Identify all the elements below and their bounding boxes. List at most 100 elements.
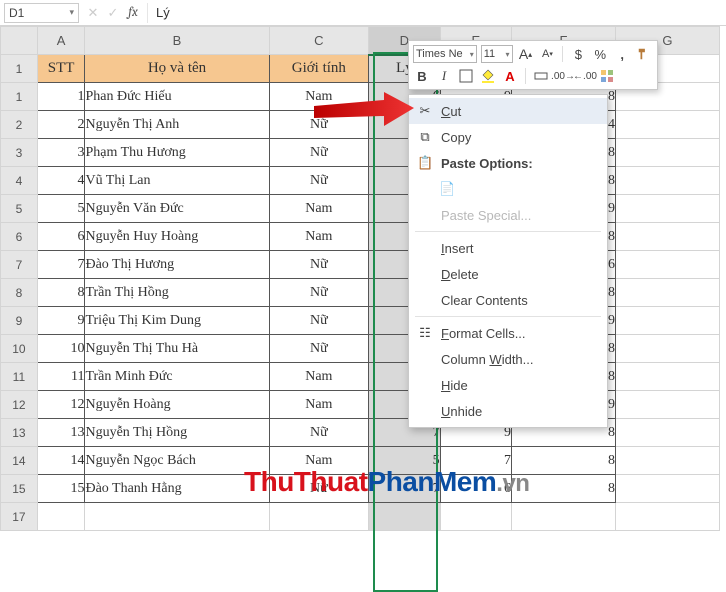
cell-C12[interactable]: Nam xyxy=(269,391,369,419)
cell-D14[interactable]: 5 xyxy=(369,447,440,475)
cell-G6[interactable] xyxy=(615,223,719,251)
cell-A2[interactable]: 2 xyxy=(37,111,85,139)
cell-C7[interactable]: Nữ xyxy=(269,251,369,279)
cell-A14[interactable]: 14 xyxy=(37,447,85,475)
row-header-10[interactable]: 10 xyxy=(1,335,38,363)
cell-C10[interactable]: Nữ xyxy=(269,335,369,363)
row-header-8[interactable]: 8 xyxy=(1,279,38,307)
cell-A12[interactable]: 12 xyxy=(37,391,85,419)
cell-B9[interactable]: Triệu Thị Kim Dung xyxy=(85,307,269,335)
percent-format-button[interactable]: % xyxy=(591,45,609,63)
cell-G7[interactable] xyxy=(615,251,719,279)
cell-styles-button[interactable] xyxy=(598,67,616,85)
cell-G9[interactable] xyxy=(615,307,719,335)
ctx-delete[interactable]: Delete xyxy=(409,261,607,287)
cell-G13[interactable] xyxy=(615,419,719,447)
cell-C1[interactable]: Nam xyxy=(269,83,369,111)
cell-A1[interactable]: STT xyxy=(37,55,85,83)
cell-A4[interactable]: 4 xyxy=(37,167,85,195)
cell-G5[interactable] xyxy=(615,195,719,223)
col-header-B[interactable]: B xyxy=(85,27,269,55)
comma-format-button[interactable]: , xyxy=(613,45,631,63)
row-header-15[interactable]: 15 xyxy=(1,475,38,503)
cell-A6[interactable]: 6 xyxy=(37,223,85,251)
cell-D15[interactable]: 7 xyxy=(369,475,440,503)
cell-C3[interactable]: Nữ xyxy=(269,139,369,167)
cell-B1[interactable]: Họ và tên xyxy=(85,55,269,83)
cell-A5[interactable]: 5 xyxy=(37,195,85,223)
fill-color-button[interactable] xyxy=(479,67,497,85)
worksheet-area[interactable]: A B C D E F G 1 STT Họ và tên Giới tính … xyxy=(0,26,726,531)
row-header-9[interactable]: 9 xyxy=(1,307,38,335)
col-header-C[interactable]: C xyxy=(269,27,369,55)
cell-F15[interactable]: 8 xyxy=(512,475,616,503)
cell-B14[interactable]: Nguyễn Ngọc Bách xyxy=(85,447,269,475)
cell-F14[interactable]: 8 xyxy=(512,447,616,475)
cell-B7[interactable]: Đào Thị Hương xyxy=(85,251,269,279)
row-header-1[interactable]: 1 xyxy=(1,83,38,111)
format-painter-icon[interactable] xyxy=(635,45,653,63)
cell-G11[interactable] xyxy=(615,363,719,391)
row-header-6[interactable]: 6 xyxy=(1,223,38,251)
cell-G15[interactable] xyxy=(615,475,719,503)
cell-G8[interactable] xyxy=(615,279,719,307)
cell-C9[interactable]: Nữ xyxy=(269,307,369,335)
ctx-clear-contents[interactable]: Clear Contents xyxy=(409,287,607,313)
cell-B12[interactable]: Nguyễn Hoàng xyxy=(85,391,269,419)
cell-G12[interactable] xyxy=(615,391,719,419)
increase-decimal-button[interactable]: .00→ xyxy=(554,67,572,85)
cell-B3[interactable]: Phạm Thu Hương xyxy=(85,139,269,167)
mini-size-combo[interactable]: 11▾ xyxy=(481,45,513,63)
cell-A15[interactable]: 15 xyxy=(37,475,85,503)
cell-B10[interactable]: Nguyễn Thị Thu Hà xyxy=(85,335,269,363)
cell-A10[interactable]: 10 xyxy=(37,335,85,363)
ctx-cut[interactable]: ✂ Cut xyxy=(409,98,607,124)
cell-B2[interactable]: Nguyễn Thị Anh xyxy=(85,111,269,139)
row-header-5[interactable]: 5 xyxy=(1,195,38,223)
cell-C4[interactable]: Nữ xyxy=(269,167,369,195)
row-header-4[interactable]: 4 xyxy=(1,167,38,195)
cell-A7[interactable]: 7 xyxy=(37,251,85,279)
cell-G17[interactable] xyxy=(615,503,719,531)
cell-C6[interactable]: Nam xyxy=(269,223,369,251)
ctx-column-width[interactable]: Column Width... xyxy=(409,346,607,372)
row-header-11[interactable]: 11 xyxy=(1,363,38,391)
cell-B17[interactable] xyxy=(85,503,269,531)
decrease-decimal-button[interactable]: ←.00 xyxy=(576,67,594,85)
cell-G14[interactable] xyxy=(615,447,719,475)
cell-C5[interactable]: Nam xyxy=(269,195,369,223)
name-box[interactable]: D1 ▾ xyxy=(4,3,79,23)
bold-button[interactable]: B xyxy=(413,67,431,85)
name-box-dropdown-icon[interactable]: ▾ xyxy=(69,7,74,18)
ctx-insert[interactable]: Insert xyxy=(409,235,607,261)
cell-C8[interactable]: Nữ xyxy=(269,279,369,307)
cell-B13[interactable]: Nguyễn Thị Hồng xyxy=(85,419,269,447)
cell-B8[interactable]: Trần Thị Hồng xyxy=(85,279,269,307)
borders-button[interactable] xyxy=(457,67,475,85)
cell-C2[interactable]: Nữ xyxy=(269,111,369,139)
shrink-font-button[interactable]: A▾ xyxy=(538,45,556,63)
ctx-hide[interactable]: Hide xyxy=(409,372,607,398)
cell-E14[interactable]: 7 xyxy=(440,447,511,475)
mini-font-combo[interactable]: Times Ne▾ xyxy=(413,45,477,63)
cell-A8[interactable]: 8 xyxy=(37,279,85,307)
row-header-17[interactable]: 17 xyxy=(1,503,38,531)
cell-E17[interactable] xyxy=(440,503,511,531)
accounting-format-button[interactable]: $ xyxy=(569,45,587,63)
ctx-unhide[interactable]: Unhide xyxy=(409,398,607,424)
cell-A13[interactable]: 13 xyxy=(37,419,85,447)
cell-A1[interactable]: 1 xyxy=(37,83,85,111)
row-header-14[interactable]: 14 xyxy=(1,447,38,475)
cell-C17[interactable] xyxy=(269,503,369,531)
cell-B5[interactable]: Nguyễn Văn Đức xyxy=(85,195,269,223)
row-header-7[interactable]: 7 xyxy=(1,251,38,279)
cell-C14[interactable]: Nam xyxy=(269,447,369,475)
row-header-1[interactable]: 1 xyxy=(1,55,38,83)
spreadsheet-grid[interactable]: A B C D E F G 1 STT Họ và tên Giới tính … xyxy=(0,26,720,531)
italic-button[interactable]: I xyxy=(435,67,453,85)
ctx-format-cells[interactable]: ☷ Format Cells... xyxy=(409,320,607,346)
cell-D17[interactable] xyxy=(369,503,440,531)
merge-center-button[interactable] xyxy=(532,67,550,85)
cell-A17[interactable] xyxy=(37,503,85,531)
cell-G3[interactable] xyxy=(615,139,719,167)
